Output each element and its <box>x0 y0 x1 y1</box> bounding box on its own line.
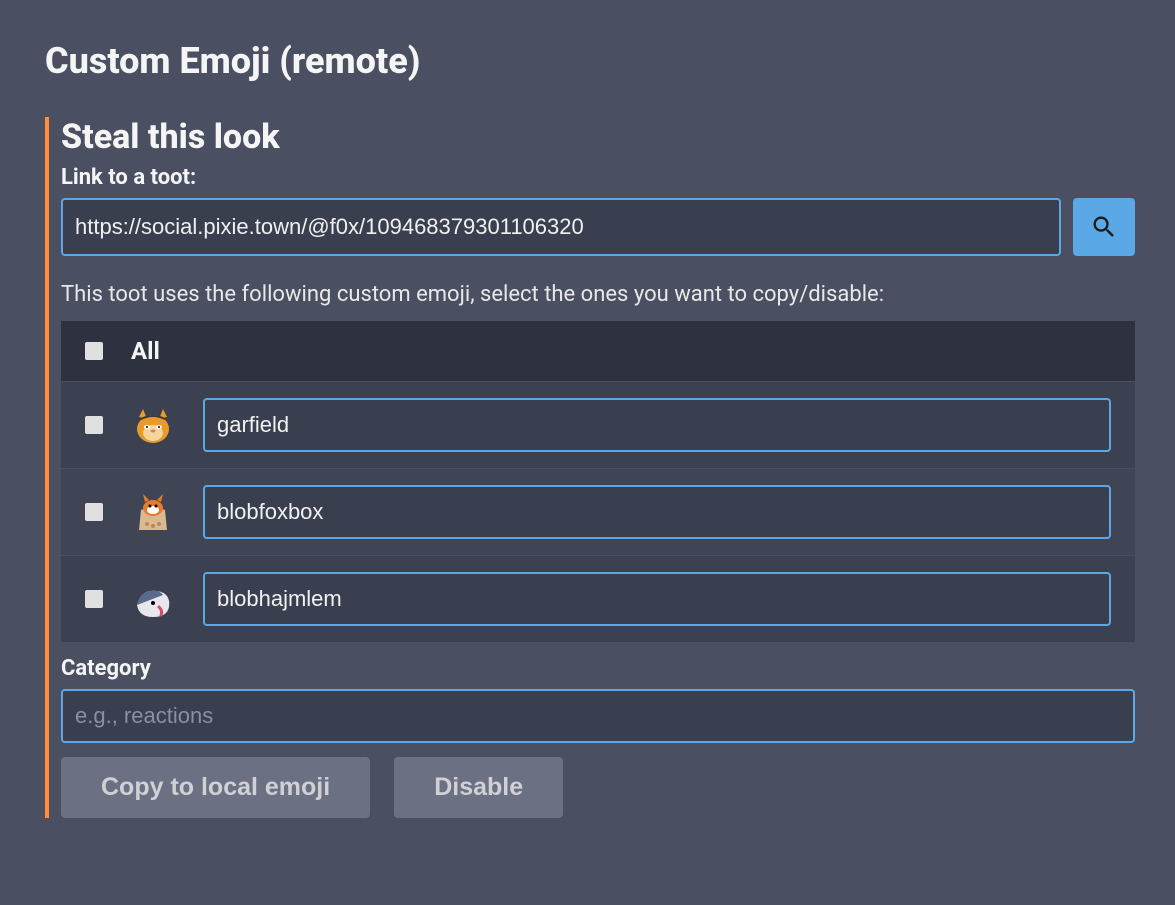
hint-text: This toot uses the following custom emoj… <box>61 282 1135 307</box>
emoji-table: All <box>61 321 1135 642</box>
category-input[interactable] <box>61 689 1135 743</box>
table-row <box>61 381 1135 468</box>
button-row: Copy to local emoji Disable <box>61 757 1135 818</box>
search-icon <box>1090 213 1118 241</box>
garfield-icon <box>131 403 175 447</box>
emoji-name-input[interactable] <box>203 572 1111 626</box>
table-row <box>61 468 1135 555</box>
steal-look-panel: Steal this look Link to a toot: This too… <box>45 117 1135 818</box>
blobhajmlem-icon <box>131 577 175 621</box>
table-header: All <box>61 321 1135 381</box>
search-button[interactable] <box>1073 198 1135 256</box>
search-row <box>61 198 1135 256</box>
copy-to-local-button[interactable]: Copy to local emoji <box>61 757 370 818</box>
toot-link-input[interactable] <box>61 198 1061 256</box>
all-label: All <box>131 337 160 365</box>
emoji-name-input[interactable] <box>203 485 1111 539</box>
blobfoxbox-icon <box>131 490 175 534</box>
page-title: Custom Emoji (remote) <box>45 40 1135 82</box>
row-checkbox[interactable] <box>85 590 103 608</box>
category-label: Category <box>61 656 1135 681</box>
section-title: Steal this look <box>61 117 1135 157</box>
row-checkbox[interactable] <box>85 416 103 434</box>
emoji-name-input[interactable] <box>203 398 1111 452</box>
disable-button[interactable]: Disable <box>394 757 563 818</box>
row-checkbox[interactable] <box>85 503 103 521</box>
link-label: Link to a toot: <box>61 165 1135 190</box>
table-row <box>61 555 1135 642</box>
select-all-checkbox[interactable] <box>85 342 103 360</box>
